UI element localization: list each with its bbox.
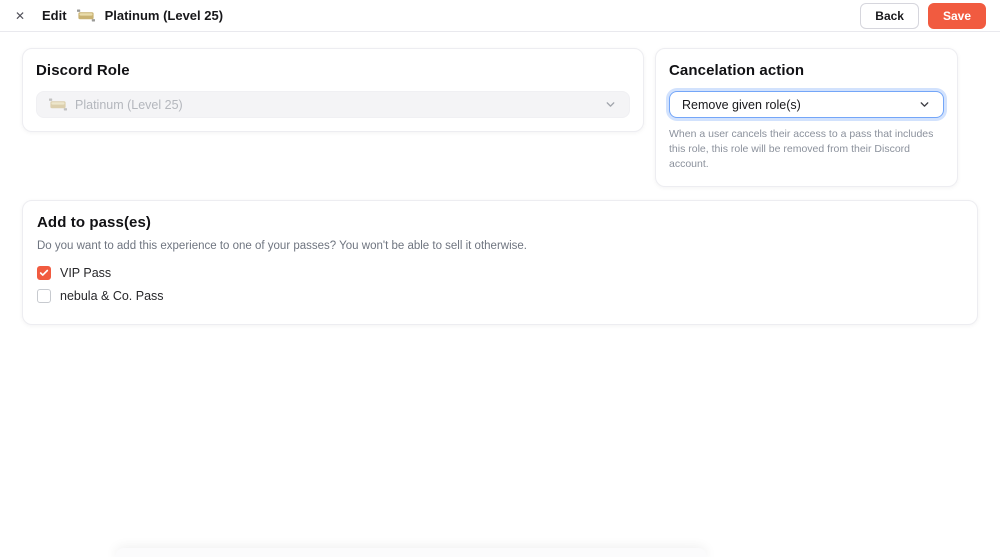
page-title: Platinum (Level 25) (105, 8, 223, 23)
chevron-down-icon (604, 98, 617, 111)
pass-option-label: nebula & Co. Pass (60, 289, 164, 303)
pass-option-nebula[interactable]: nebula & Co. Pass (37, 289, 963, 303)
platinum-bar-emoji-icon (49, 98, 67, 111)
topbar: ✕ Edit Platinum (Level 25) Back Save (0, 0, 1000, 32)
back-button[interactable]: Back (860, 3, 919, 29)
add-to-passes-card: Add to pass(es) Do you want to add this … (22, 200, 978, 325)
discord-role-card: Discord Role Platinum (22, 48, 644, 132)
discord-role-select-value: Platinum (Level 25) (75, 98, 183, 112)
cancelation-action-title: Cancelation action (669, 62, 944, 79)
discord-role-title: Discord Role (36, 62, 630, 79)
cancelation-helper-text: When a user cancels their access to a pa… (669, 127, 944, 173)
discord-role-select[interactable]: Platinum (Level 25) (36, 91, 630, 118)
pass-option-vip[interactable]: VIP Pass (37, 266, 963, 280)
add-to-passes-description: Do you want to add this experience to on… (37, 240, 963, 252)
chevron-down-icon (918, 98, 931, 111)
edit-role-modal: ✕ Edit Platinum (Level 25) Back Save (0, 0, 1000, 557)
cancelation-action-card: Cancelation action Remove given role(s) … (655, 48, 958, 187)
main-content: Discord Role Platinum (0, 32, 1000, 325)
edit-label: Edit (42, 8, 67, 23)
checkbox-icon[interactable] (37, 266, 51, 280)
pass-option-label: VIP Pass (60, 266, 111, 280)
cancelation-action-select-value: Remove given role(s) (682, 98, 801, 112)
topbar-actions: Back Save (860, 3, 986, 29)
checkbox-icon[interactable] (37, 289, 51, 303)
cards-row: Discord Role Platinum (22, 48, 978, 187)
bottom-peek-panel (115, 548, 707, 557)
close-icon[interactable]: ✕ (10, 6, 30, 26)
platinum-bar-emoji-icon (77, 9, 95, 22)
cancelation-action-select[interactable]: Remove given role(s) (669, 91, 944, 118)
add-to-passes-title: Add to pass(es) (37, 214, 963, 231)
save-button[interactable]: Save (928, 3, 986, 29)
topbar-left: ✕ Edit Platinum (Level 25) (10, 6, 223, 26)
